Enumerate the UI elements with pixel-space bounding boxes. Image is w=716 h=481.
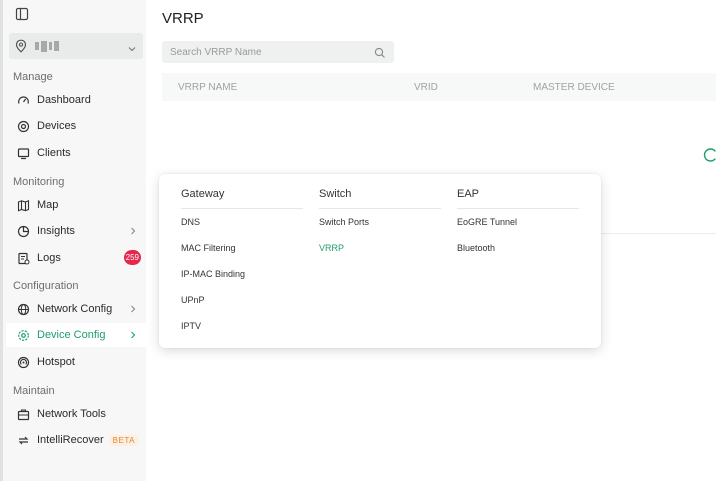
- dashboard-gauge-icon: [16, 93, 30, 107]
- sidebar-item-insights[interactable]: Insights: [6, 219, 149, 243]
- menu-column-title: Gateway: [181, 188, 303, 209]
- device-config-gear-icon: [16, 328, 30, 342]
- menu-item-switch-ports[interactable]: Switch Ports: [319, 209, 441, 235]
- menu-column-eap: EAP EoGRE Tunnel Bluetooth: [457, 188, 579, 261]
- table-header: VRRP NAME VRID MASTER DEVICE: [162, 73, 716, 101]
- sidebar-item-label: Network Config: [37, 303, 113, 315]
- chevron-right-icon: [129, 226, 137, 236]
- menu-item-ip-mac-binding[interactable]: IP-MAC Binding: [181, 261, 303, 287]
- sidebar-item-hotspot[interactable]: Hotspot: [6, 350, 149, 374]
- search-box[interactable]: [162, 41, 394, 63]
- sidebar-toggle-icon[interactable]: [15, 7, 29, 21]
- sidebar-item-intellirecover[interactable]: IntelliRecover BETA: [6, 428, 149, 452]
- location-pin-icon: [15, 39, 27, 53]
- menu-item-iptv[interactable]: IPTV: [181, 313, 303, 339]
- beta-badge: BETA: [109, 434, 138, 446]
- sidebar-item-logs[interactable]: Logs 259: [6, 246, 149, 270]
- sidebar-item-dashboard[interactable]: Dashboard: [6, 88, 149, 112]
- sidebar-item-label: Network Tools: [37, 408, 106, 420]
- sidebar-item-clients[interactable]: Clients: [6, 141, 149, 165]
- toolbox-icon: [16, 407, 30, 421]
- menu-item-vrrp[interactable]: VRRP: [319, 235, 441, 261]
- sidebar-item-label: Logs: [37, 252, 61, 264]
- globe-icon: [16, 302, 30, 316]
- chevron-right-icon: [129, 330, 137, 340]
- menu-column-title: EAP: [457, 188, 579, 209]
- hotspot-icon: [16, 355, 30, 369]
- clients-monitor-icon: [16, 146, 30, 160]
- column-header-master-device[interactable]: MASTER DEVICE: [533, 82, 615, 93]
- sidebar: Manage Dashboard Devices Clients Monitor…: [0, 0, 149, 481]
- menu-column-switch: Switch Switch Ports VRRP: [319, 188, 441, 261]
- sidebar-item-device-config[interactable]: Device Config: [6, 323, 149, 347]
- chevron-right-icon: [129, 304, 137, 314]
- sidebar-item-label: Map: [37, 199, 59, 211]
- menu-item-eogre-tunnel[interactable]: EoGRE Tunnel: [457, 209, 579, 235]
- page-title: VRRP: [162, 10, 204, 27]
- insights-pie-icon: [16, 224, 30, 238]
- chevron-down-icon: [127, 41, 137, 52]
- sidebar-item-label: Hotspot: [37, 356, 75, 368]
- menu-column-gateway: Gateway DNS MAC Filtering IP-MAC Binding…: [181, 188, 303, 339]
- group-title-configuration: Configuration: [13, 280, 79, 292]
- sidebar-item-devices[interactable]: Devices: [6, 114, 149, 138]
- device-config-menu: Gateway DNS MAC Filtering IP-MAC Binding…: [159, 174, 601, 348]
- devices-icon: [16, 119, 30, 133]
- sidebar-item-map[interactable]: Map: [6, 193, 149, 217]
- recover-arrows-icon: [16, 433, 30, 447]
- group-title-monitoring: Monitoring: [13, 176, 65, 188]
- sidebar-item-label: Dashboard: [37, 94, 91, 106]
- sidebar-item-network-tools[interactable]: Network Tools: [6, 402, 149, 426]
- group-title-maintain: Maintain: [13, 385, 55, 397]
- sidebar-item-label: Devices: [37, 120, 77, 132]
- menu-item-bluetooth[interactable]: Bluetooth: [457, 235, 579, 261]
- menu-item-upnp[interactable]: UPnP: [181, 287, 303, 313]
- map-icon: [16, 198, 30, 212]
- sidebar-item-label: Insights: [37, 225, 75, 237]
- column-header-vrid[interactable]: VRID: [414, 82, 438, 93]
- logs-document-icon: [16, 251, 30, 265]
- site-selector[interactable]: [9, 33, 143, 59]
- sidebar-item-label: Device Config: [37, 329, 106, 341]
- menu-column-title: Switch: [319, 188, 441, 209]
- search-icon[interactable]: [374, 46, 386, 58]
- group-title-manage: Manage: [13, 71, 53, 83]
- menu-item-dns[interactable]: DNS: [181, 209, 303, 235]
- loading-spinner-icon: [703, 148, 716, 162]
- column-header-vrrp-name[interactable]: VRRP NAME: [178, 82, 237, 93]
- sidebar-item-label: Clients: [37, 147, 71, 159]
- sidebar-item-label: IntelliRecover: [37, 434, 104, 446]
- menu-item-mac-filtering[interactable]: MAC Filtering: [181, 235, 303, 261]
- logs-count-badge: 259: [123, 250, 141, 265]
- site-name-redacted: [35, 40, 59, 52]
- search-input[interactable]: [170, 46, 360, 58]
- sidebar-item-network-config[interactable]: Network Config: [6, 297, 149, 321]
